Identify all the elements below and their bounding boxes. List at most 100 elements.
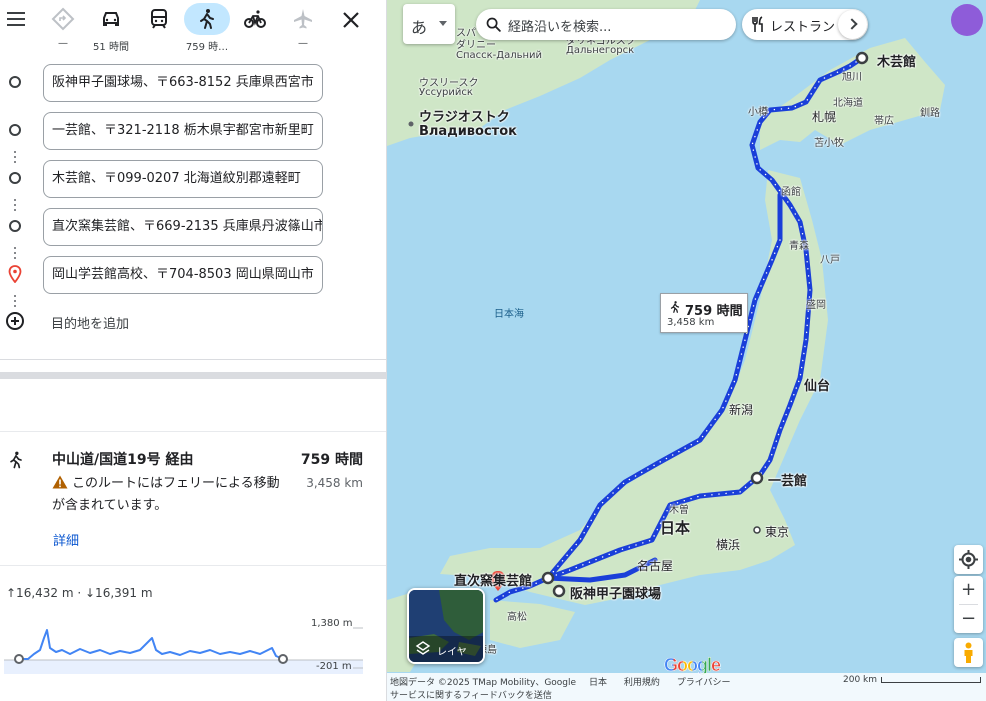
destination-pin-icon (8, 265, 22, 283)
mode-flight-time: — (298, 38, 308, 49)
map-label[interactable]: 阪神甲子園球場 (570, 583, 661, 602)
footer-terms-link[interactable]: 利用規約 (624, 678, 660, 688)
map-label: スパ (456, 28, 476, 39)
map-label: 新潟 (729, 403, 754, 417)
waypoint-5-input[interactable]: 岡山学芸館高校、〒704-8503 岡山県岡山市 (43, 256, 323, 294)
add-circle-icon (6, 312, 24, 330)
footer-links: 地図データ ©2025 TMap Mobility、Google 日本 利用規約… (390, 675, 745, 688)
route-option[interactable]: 中山道/国道19号 経由 759 時間 3,458 km このルートにはフェリー… (0, 440, 386, 560)
add-destination-button[interactable]: 目的地を追加 (0, 304, 386, 340)
details-link[interactable]: 詳細 (53, 530, 79, 549)
layers-button[interactable]: レイヤ (407, 588, 485, 664)
map-label: 木曽 (669, 505, 689, 516)
map-label: 北海道 (833, 98, 863, 109)
map-label: 名古屋 (637, 559, 674, 573)
directions-panel: — 51 時間 759 時… — 阪神甲子園球場、〒663-8152 兵庫県西宮… (0, 0, 387, 701)
route-callout[interactable]: 759 時間 3,458 km (660, 293, 748, 333)
chips-next-button[interactable] (838, 10, 867, 39)
map-label: 八戸 (820, 255, 840, 266)
mode-flight[interactable]: — (280, 3, 326, 53)
map-footer: 地図データ ©2025 TMap Mobility、Google 日本 利用規約… (387, 673, 986, 701)
divider (0, 431, 386, 432)
divider (0, 359, 386, 360)
walk-icon (10, 451, 22, 469)
close-icon[interactable] (339, 8, 363, 32)
waypoint-3-input[interactable]: 木芸館、〒099-0207 北海道紋別郡遠軽町 (43, 160, 323, 198)
route-via: 中山道/国道19号 経由 (52, 452, 194, 468)
map-label: 横浜 (716, 538, 741, 552)
map-label: Дальнегорск (566, 45, 635, 56)
restaurants-chip-label: レストラン (770, 20, 836, 35)
ferry-warning: このルートにはフェリーによる移動が含まれています。 (52, 473, 290, 517)
elevation-profile: ↑16,432 m · ↓16,391 m 1,380 m -201 m (0, 580, 386, 700)
map-label: 苫小牧 (814, 138, 844, 149)
waypoint-circle-icon (9, 76, 21, 88)
menu-icon[interactable] (5, 8, 27, 30)
layers-label: レイヤ (437, 647, 467, 658)
waypoint-circle-icon (9, 172, 21, 184)
waypoint-2-input[interactable]: 一芸館、〒321-2118 栃木県宇都宮市新里町 (43, 112, 323, 150)
my-location-icon (959, 550, 978, 569)
map-data-attribution: 地図データ ©2025 TMap Mobility、Google (390, 678, 577, 688)
scale-bar (881, 677, 981, 683)
zoom-control: + − (954, 576, 983, 633)
elevation-descent: ↓16,391 m (85, 586, 153, 600)
mode-walk[interactable]: 759 時… (184, 3, 230, 53)
footer-privacy-link[interactable]: プライバシー (677, 678, 731, 688)
walk-icon (184, 3, 230, 35)
elevation-ascent: ↑16,432 m (6, 586, 74, 600)
elevation-stats: ↑16,432 m · ↓16,391 m (6, 586, 153, 600)
map-label: 盛岡 (806, 300, 826, 311)
bicycle-icon (232, 3, 278, 35)
car-icon (88, 3, 134, 35)
footer-feedback-link[interactable]: サービスに関するフィードバックを送信 (390, 688, 552, 701)
my-location-button[interactable] (954, 545, 983, 574)
route-time: 759 時間 (300, 452, 363, 468)
section-separator (0, 372, 386, 379)
route-distance: 3,458 km (306, 476, 363, 490)
waypoint-3: 木芸館、〒099-0207 北海道紋別郡遠軽町 (0, 158, 386, 198)
map-label[interactable]: 木芸館 (877, 51, 916, 70)
input-tools-label: あ (411, 18, 428, 37)
mode-bicycle[interactable] (232, 3, 278, 53)
mode-recommended[interactable]: — (40, 3, 86, 53)
directions-diamond-icon (40, 3, 86, 35)
map-label: 函館 (781, 187, 801, 198)
waypoint-circle-icon (9, 220, 21, 232)
map-label: Спасск-Дальний (456, 50, 543, 61)
scale-label[interactable]: 200 km (843, 675, 877, 685)
map-label: ウラジオストク (419, 110, 510, 125)
search-icon (486, 17, 501, 32)
map-label: 旭川 (842, 72, 862, 83)
search-along-route-input[interactable]: 経路沿いを検索... (476, 9, 736, 40)
mode-car[interactable]: 51 時間 (88, 3, 134, 53)
zoom-out-button[interactable]: − (954, 605, 983, 633)
map-label[interactable]: 直次窯集芸館 (454, 570, 532, 589)
elevation-min-label: -201 m (316, 661, 352, 672)
ferry-warning-text: このルートにはフェリーによる移動が含まれています。 (52, 476, 280, 513)
map-label: 札幌 (812, 110, 837, 124)
zoom-in-button[interactable]: + (954, 576, 983, 604)
search-placeholder: 経路沿いを検索... (508, 20, 612, 35)
mode-recommended-time: — (58, 38, 68, 49)
street-view-pegman[interactable] (954, 638, 983, 667)
map-label: 小樽 (748, 107, 768, 118)
map-label: 青森 (789, 241, 809, 252)
map-canvas[interactable]: 木芸館 旭川 札幌 北海道 帯広 釧路 苫小牧 小樽 函館 青森 八戸 盛岡 仙… (387, 0, 986, 701)
waypoint-1: 阪神甲子園球場、〒663-8152 兵庫県西宮市 (0, 62, 386, 102)
waypoint-5: 岡山学芸館高校、〒704-8503 岡山県岡山市 (0, 254, 386, 294)
account-avatar[interactable] (951, 4, 983, 36)
mode-transit[interactable] (136, 3, 182, 53)
map-label[interactable]: 一芸館 (768, 470, 807, 489)
map-label: 日本海 (494, 309, 524, 320)
elevation-max-label: 1,380 m (311, 618, 353, 629)
map-label: 日本 (660, 519, 691, 537)
waypoint-1-input[interactable]: 阪神甲子園球場、〒663-8152 兵庫県西宮市 (43, 64, 323, 102)
divider (0, 565, 386, 566)
waypoint-2: 一芸館、〒321-2118 栃木県宇都宮市新里町 (0, 110, 386, 150)
input-tools-button[interactable]: あ (403, 4, 455, 44)
map-label: 仙台 (804, 379, 831, 394)
waypoint-4-input[interactable]: 直次窯集芸館、〒669-2135 兵庫県丹波篠山市 (43, 208, 323, 246)
footer-region-link[interactable]: 日本 (589, 678, 607, 688)
map-label: 釧路 (920, 108, 940, 119)
